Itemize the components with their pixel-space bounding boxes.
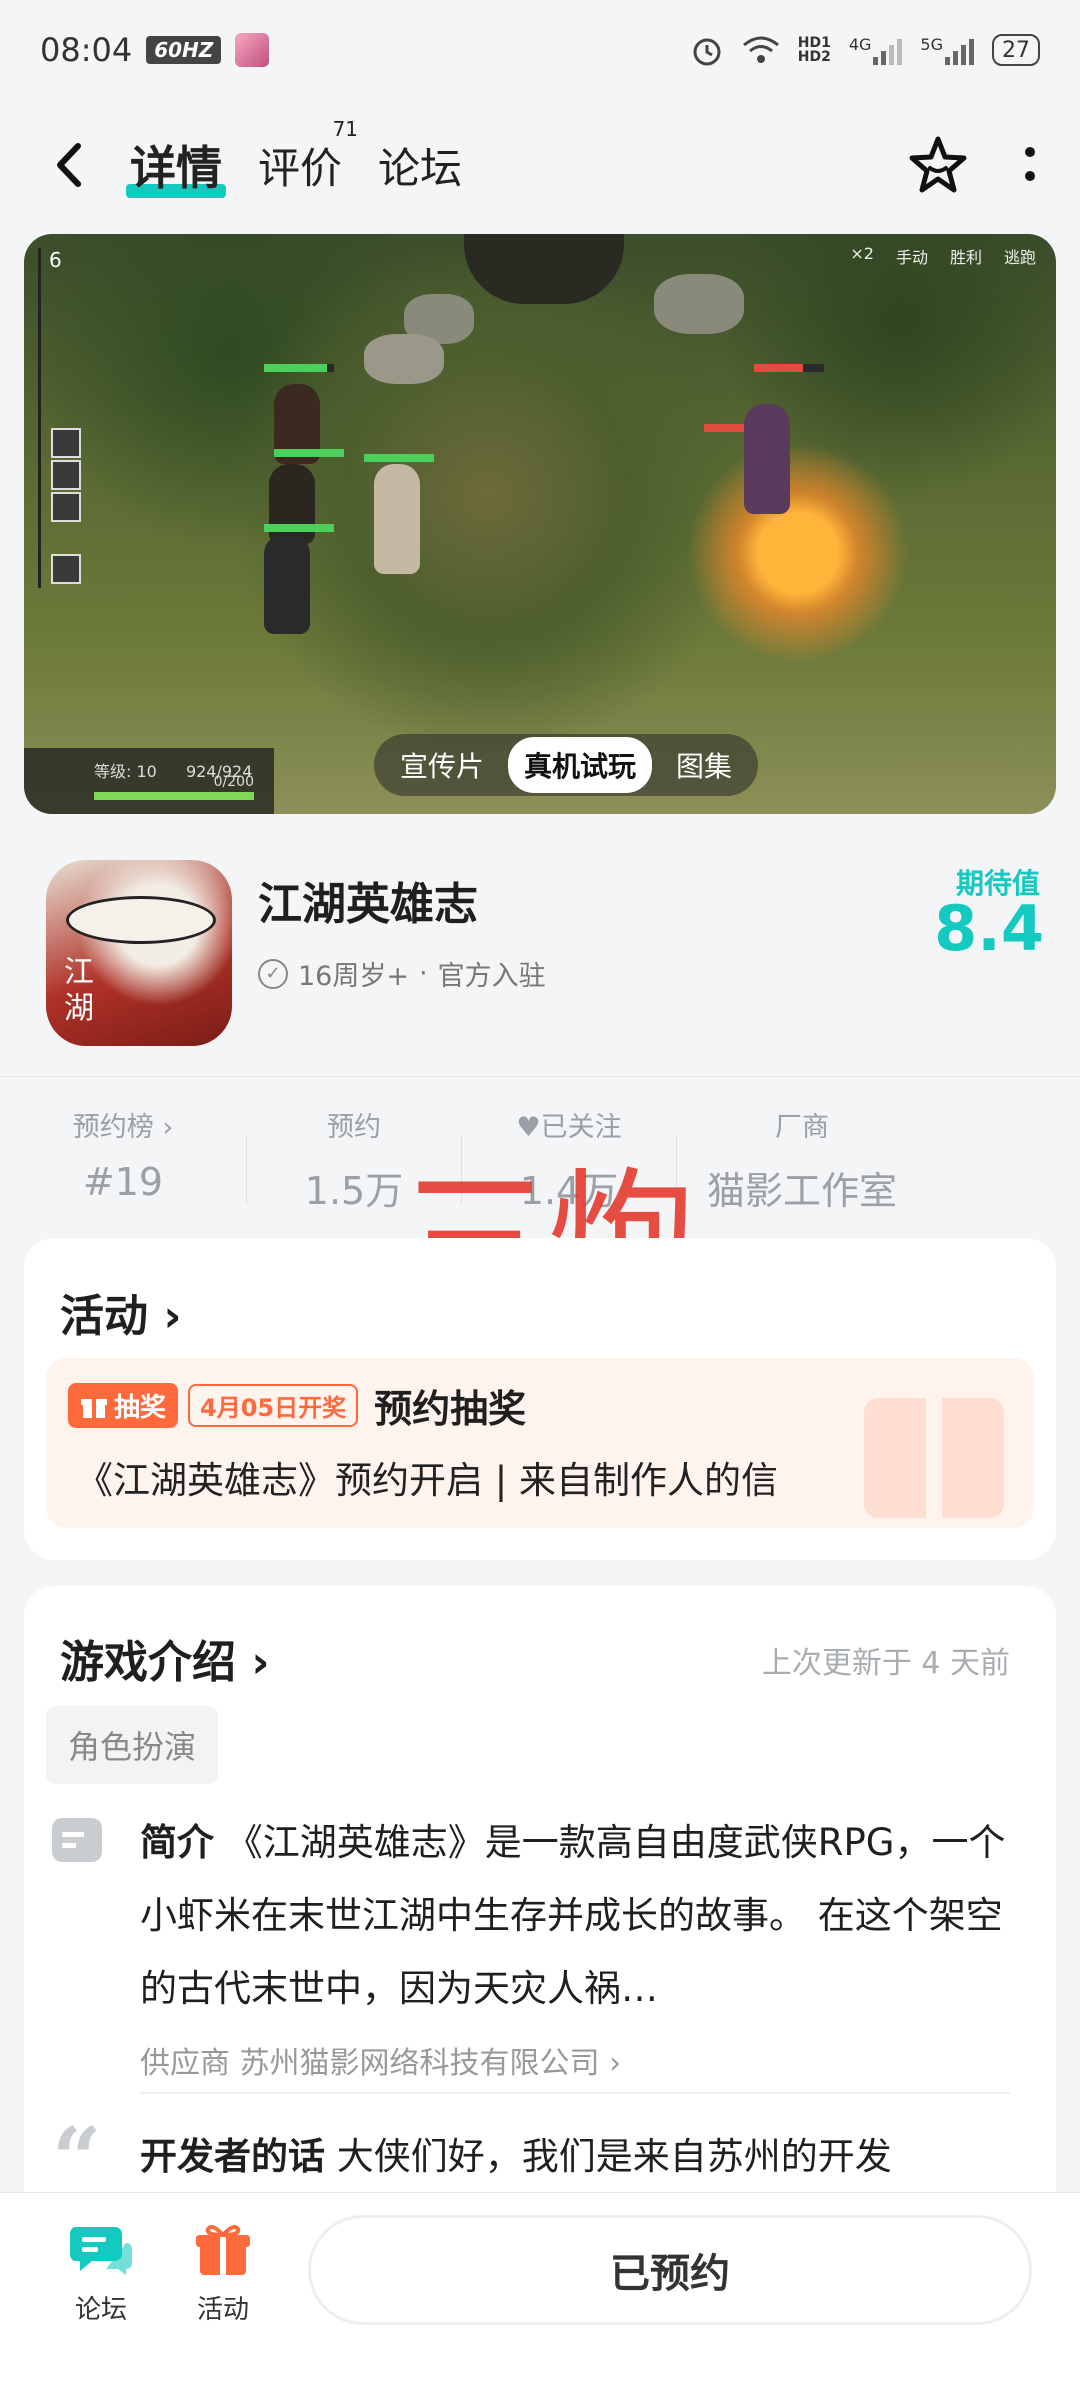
media-tab-gameplay[interactable]: 真机试玩 — [508, 737, 653, 793]
hud-manual: 手动 — [895, 248, 928, 267]
favorite-star-icon[interactable] — [906, 134, 970, 196]
banner-cave — [464, 234, 624, 304]
hp-bar — [364, 454, 434, 462]
media-banner[interactable]: 6 ×2 手动 胜利 逃跑 等级: 10 924/924 0/200 宣传片 真… — [24, 234, 1056, 814]
hud-xp-bar — [94, 792, 254, 800]
game-character — [269, 464, 315, 544]
hud-speed: ×2 — [850, 244, 874, 263]
tab-forum[interactable]: 论坛 — [378, 135, 462, 196]
media-tab-gallery[interactable]: 图集 — [660, 737, 748, 793]
stat-ranking[interactable]: 预约榜 › #19 — [0, 1105, 246, 1204]
age-rating: 16周岁+ — [298, 961, 409, 992]
promo-description: 《江湖英雄志》预约开启 | 来自制作人的信 — [76, 1459, 778, 1502]
gift-icon — [81, 1398, 107, 1418]
app-icon-calligraphy: 江湖 — [64, 955, 94, 1026]
verified-check-icon: ✓ — [258, 958, 288, 989]
hud-controls: ×2 手动 胜利 逃跑 — [850, 244, 1036, 268]
battery-icon: 27 — [992, 34, 1040, 66]
app-icon: 江湖 — [46, 860, 232, 1046]
back-arrow-icon[interactable] — [40, 135, 100, 195]
quote-icon: “ — [52, 2109, 102, 2210]
reserved-button[interactable]: 已预约 — [308, 2215, 1032, 2325]
tab-details[interactable]: 详情 — [126, 132, 226, 198]
enemy-character — [744, 404, 790, 514]
app-meta: ✓ 16周岁+ · 官方入驻 — [258, 954, 546, 993]
status-time: 08:04 — [40, 31, 133, 69]
hd-badge: HD1 HD2 — [797, 35, 831, 65]
more-options-icon[interactable] — [1020, 142, 1040, 188]
status-icons: HD1 HD2 4G 5G 27 — [690, 33, 1040, 67]
hud-portrait — [51, 428, 81, 458]
intro-section-title[interactable]: 游戏介绍 › — [60, 1626, 269, 1690]
notification-avatar-icon — [235, 33, 270, 67]
app-title: 江湖英雄志 — [258, 879, 478, 930]
hud-level-box: 等级: 10 924/924 0/200 — [24, 748, 274, 814]
hud-xp: 0/200 — [213, 774, 254, 790]
meta-separator: · — [418, 958, 428, 989]
reviews-count-badge: 71 — [332, 116, 359, 141]
summary-icon — [52, 1818, 102, 1862]
hud-portrait — [51, 554, 81, 584]
supplier-link[interactable]: 供应商 苏州猫影网络科技有限公司 › — [140, 2038, 621, 2082]
intro-card: 游戏介绍 › 上次更新于 4 天前 角色扮演 简介 《江湖英雄志》是一款高自由度… — [24, 1586, 1056, 2226]
hud-party-bar: 6 — [38, 248, 88, 588]
last-updated: 上次更新于 4 天前 — [761, 1646, 1010, 1681]
status-bar: 08:04 60HZ HD1 HD2 4G 5G 27 — [0, 0, 1080, 100]
alarm-icon — [693, 38, 721, 66]
hp-bar — [264, 524, 334, 532]
official-label: 官方入驻 — [437, 961, 546, 992]
rating-value: 8.4 — [934, 892, 1044, 965]
hp-bar — [274, 449, 344, 457]
app-icon-hat — [66, 896, 216, 944]
activity-section-title[interactable]: 活动 › — [60, 1280, 181, 1344]
forum-chat-icon — [70, 2221, 132, 2277]
promo-title: 预约抽奖 — [374, 1387, 527, 1431]
hud-level: 等级: 10 — [94, 762, 157, 781]
gift-box-icon — [192, 2221, 254, 2277]
bottom-activity-button[interactable]: 活动 — [168, 2221, 278, 2326]
signal-4g-icon: 4G — [849, 35, 903, 65]
divider — [140, 2092, 1010, 2094]
game-character — [264, 534, 310, 634]
lottery-promo[interactable]: 抽奖 4月05日开奖 预约抽奖 《江湖英雄志》预约开启 | 来自制作人的信 — [46, 1358, 1034, 1528]
draw-date-tag: 4月05日开奖 — [188, 1384, 359, 1427]
genre-tag[interactable]: 角色扮演 — [46, 1706, 219, 1784]
bottom-bar: 论坛 活动 已预约 — [0, 2192, 1080, 2400]
stat-developer[interactable]: 厂商 猫影工作室 — [677, 1105, 927, 1215]
banner-rock — [364, 334, 444, 384]
hud-portrait — [51, 460, 81, 490]
summary-body: 《江湖英雄志》是一款高自由度武侠RPG，一个小虾米在末世江湖中生存并成长的故事。… — [140, 1821, 1006, 2010]
developer-note-body: 大侠们好，我们是来自苏州的开发 — [336, 2135, 892, 2178]
refresh-rate-badge: 60HZ — [146, 36, 222, 64]
banner-rock — [654, 274, 744, 334]
game-character — [374, 464, 420, 574]
summary-text[interactable]: 简介 《江湖英雄志》是一款高自由度武侠RPG，一个小虾米在末世江湖中生存并成长的… — [140, 1806, 1020, 2025]
signal-5g-icon: 5G — [920, 35, 974, 65]
media-tab-switcher: 宣传片 真机试玩 图集 — [374, 734, 759, 796]
tab-reviews[interactable]: 评价 71 — [258, 117, 358, 196]
top-nav: 详情 评价 71 论坛 — [0, 110, 1080, 220]
developer-note[interactable]: 开发者的话 大侠们好，我们是来自苏州的开发 — [140, 2126, 892, 2180]
activity-card: 活动 › 抽奖 4月05日开奖 预约抽奖 《江湖英雄志》预约开启 | 来自制作人… — [24, 1238, 1056, 1560]
wifi-icon — [742, 36, 779, 63]
hp-bar — [264, 364, 334, 372]
bottom-forum-button[interactable]: 论坛 — [46, 2221, 156, 2326]
summary-label: 简介 — [140, 1821, 214, 1864]
enemy-hp-bar — [754, 364, 824, 372]
hud-wave-number: 6 — [49, 248, 62, 272]
developer-note-label: 开发者的话 — [140, 2135, 325, 2178]
hud-victory: 胜利 — [949, 248, 982, 267]
gift-background-icon — [864, 1388, 1004, 1528]
hud-portrait — [51, 492, 81, 522]
media-tab-trailer[interactable]: 宣传片 — [384, 737, 500, 793]
lottery-tag: 抽奖 — [68, 1383, 179, 1428]
hud-flee: 逃跑 — [1003, 248, 1036, 267]
